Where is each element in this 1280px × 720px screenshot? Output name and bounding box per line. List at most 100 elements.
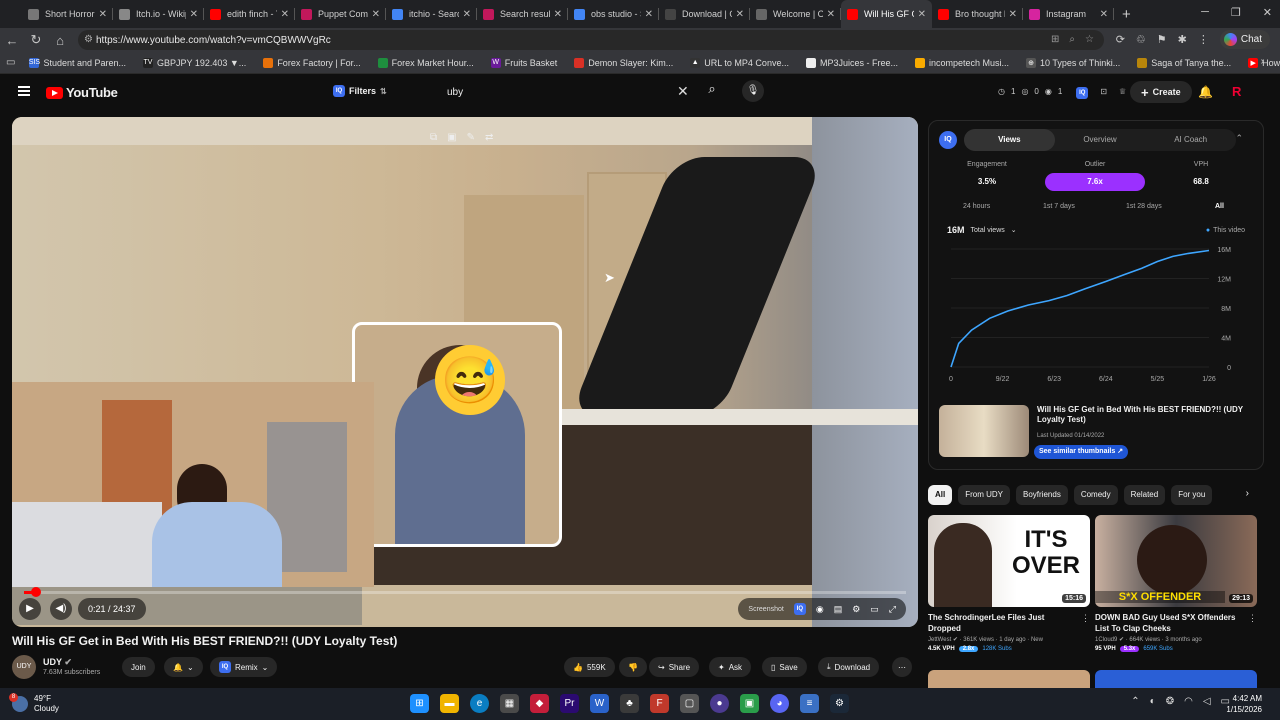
browser-tab[interactable]: Puppet Combo ✕ <box>295 0 386 28</box>
dislike-button[interactable]: 👎 <box>619 657 647 677</box>
tab-close-icon[interactable]: ✕ <box>645 9 653 20</box>
range-all[interactable]: All <box>1215 203 1224 210</box>
more-actions-button[interactable]: ⋯ <box>892 657 912 677</box>
bookmark-item[interactable]: SIS Student and Paren... <box>29 57 126 68</box>
notification-bell-button[interactable]: 🔔 ⌄ <box>164 657 203 677</box>
chip-from-udy[interactable]: From UDY <box>958 485 1011 505</box>
bookmark-app-icon[interactable]: ▭ <box>6 57 15 68</box>
tab-close-icon[interactable]: ✕ <box>554 9 562 20</box>
tab-close-icon[interactable]: ✕ <box>918 9 926 20</box>
bookmark-item[interactable]: MP3Juices - Free... <box>805 57 898 68</box>
browser-tab[interactable]: Download | Ob ✕ <box>659 0 750 28</box>
home-icon[interactable]: ⌂ <box>48 33 72 48</box>
more-options-icon[interactable]: ⋮ <box>1248 613 1257 624</box>
store-icon[interactable]: ▦ <box>500 694 519 713</box>
browser-tab[interactable]: Welcome | OBS ✕ <box>750 0 841 28</box>
search-input[interactable]: uby ✕ <box>437 81 727 103</box>
tab-overview[interactable]: Overview <box>1055 129 1146 151</box>
maximize-icon[interactable]: ❐ <box>1231 6 1241 19</box>
bookmark-item[interactable]: W Fruits Basket <box>490 57 557 68</box>
browser-tab[interactable]: Bro thought he ✕ <box>932 0 1023 28</box>
tray-app-icon[interactable]: ◐ <box>1150 696 1156 707</box>
channel-avatar[interactable]: UDY <box>12 655 36 679</box>
share-button[interactable]: ↪ Share <box>649 657 700 677</box>
close-window-icon[interactable]: ✕ <box>1263 6 1272 19</box>
play-icon[interactable]: ▶ <box>19 598 41 620</box>
chip-all[interactable]: All <box>928 485 953 505</box>
download-button[interactable]: ⤓ Download <box>818 657 880 677</box>
extension-puzzle-icon[interactable]: ⟳ <box>1116 33 1125 46</box>
range-first-28-days[interactable]: 1st 28 days <box>1126 203 1162 210</box>
speaker-icon[interactable]: ◁ <box>1203 696 1211 707</box>
menu-icon[interactable] <box>18 86 30 96</box>
clear-search-icon[interactable]: ✕ <box>677 83 689 100</box>
app-icon-3[interactable]: F <box>650 694 669 713</box>
see-similar-thumbnails-button[interactable]: See similar thumbnails ↗ <box>1034 445 1129 459</box>
tab-views[interactable]: Views <box>964 129 1055 151</box>
back-icon[interactable]: ← <box>0 33 24 48</box>
reload-icon[interactable]: ↻ <box>24 32 48 48</box>
tab-close-icon[interactable]: ✕ <box>190 9 198 20</box>
tab-close-icon[interactable]: ✕ <box>1009 9 1017 20</box>
bookmark-item[interactable]: ⊕ 10 Types of Thinki... <box>1026 57 1120 68</box>
youtube-logo[interactable]: YouTube <box>46 85 118 100</box>
search-icon[interactable]: ⌕ <box>700 81 724 103</box>
bookmark-item[interactable]: Demon Slayer: Kim... <box>574 57 673 68</box>
tab-close-icon[interactable]: ✕ <box>372 9 380 20</box>
range-24-hours[interactable]: 24 hours <box>963 203 990 210</box>
pip-icon[interactable]: ⧉ <box>430 132 437 143</box>
remix-button[interactable]: IQ Remix ⌄ <box>210 657 278 677</box>
tab-close-icon[interactable]: ✕ <box>736 9 744 20</box>
site-info-icon[interactable]: ⚙ <box>84 34 93 45</box>
trophy-icon[interactable]: ♕ <box>1119 87 1126 99</box>
bookmark-star-icon[interactable]: ☆ <box>1085 34 1094 45</box>
obs-icon[interactable]: ● <box>710 694 729 713</box>
bookmark-item[interactable]: incompetech Musi... <box>914 57 1009 68</box>
browser-tab[interactable]: Short Horror G ✕ <box>22 0 113 28</box>
tab-close-icon[interactable]: ✕ <box>281 9 289 20</box>
settings-gear-icon[interactable]: ⚙ <box>852 604 860 615</box>
chat-button[interactable]: Chat <box>1219 30 1270 49</box>
recommended-video[interactable]: IT'S OVER 15:16 The SchrodingerLee Files… <box>928 515 1090 652</box>
app-icon[interactable]: ◆ <box>530 694 549 713</box>
join-button[interactable]: Join <box>122 657 155 677</box>
progress-bar[interactable] <box>24 587 906 597</box>
bookmark-item[interactable]: ▲ URL to MP4 Conve... <box>690 57 789 68</box>
screenshot-label[interactable]: Screenshot <box>748 606 783 613</box>
video-thumbnail[interactable]: IT'S OVER 15:16 <box>928 515 1090 607</box>
clip-icon[interactable]: ▣ <box>447 132 456 143</box>
video-thumbnail[interactable]: S*X OFFENDER 29:13 <box>1095 515 1257 607</box>
extension-icon[interactable]: ♲ <box>1136 33 1146 46</box>
video-player[interactable]: 😅 ⧉ ▣ ✎ ⇄ ➤ ▶ ◀) 0:21 / 24:37 Screenshot… <box>12 117 918 627</box>
bookmark-item[interactable]: TV GBPJPY 192.403 ▼... <box>143 57 246 68</box>
range-first-7-days[interactable]: 1st 7 days <box>1043 203 1075 210</box>
bookmark-item[interactable]: Forex Factory | For... <box>263 57 361 68</box>
extension-icon-2[interactable]: ⚑ <box>1157 33 1167 46</box>
browser-tab[interactable]: Instagram ✕ <box>1023 0 1114 28</box>
tray-overflow-icon[interactable]: ⌃ <box>1131 696 1139 707</box>
clock[interactable]: 4:42 AM 1/15/2026 <box>1226 693 1262 715</box>
browser-tab[interactable]: obs studio - Se ✕ <box>568 0 659 28</box>
profile-avatar[interactable]: R <box>1232 84 1246 99</box>
browser-tab[interactable]: Will His GF Get ✕ <box>841 0 932 28</box>
video-thumbnail[interactable] <box>1095 670 1257 688</box>
notifications-bell-icon[interactable]: 🔔 <box>1198 85 1213 99</box>
volume-icon[interactable]: ◀) <box>50 598 72 620</box>
more-options-icon[interactable]: ⋮ <box>1081 613 1090 624</box>
current-video-thumbnail[interactable] <box>939 405 1029 457</box>
collapse-icon[interactable]: ⌃ <box>1235 133 1243 144</box>
extension-icon-3[interactable]: ✱ <box>1178 33 1187 46</box>
chevron-right-icon[interactable]: › <box>1246 488 1249 499</box>
steam-icon[interactable]: ⚙ <box>830 694 849 713</box>
tray-app-icon-2[interactable]: ❂ <box>1166 696 1174 707</box>
microphone-icon[interactable]: 🎙 <box>742 80 764 102</box>
browser-tab[interactable]: Itch.io - Wikipe ✕ <box>113 0 204 28</box>
vidiq-player-icon[interactable]: IQ <box>793 603 806 615</box>
chip-boyfriends[interactable]: Boyfriends <box>1016 485 1068 505</box>
save-button[interactable]: ▯ Save <box>762 657 807 677</box>
bookmark-item[interactable]: ▶How to Fix Screen... <box>1248 57 1280 68</box>
app-icon-2[interactable]: ♣ <box>620 694 639 713</box>
like-button[interactable]: 👍 559K <box>564 657 615 677</box>
translate-icon[interactable]: ⇄ <box>485 132 493 143</box>
app-icon-4[interactable]: ▢ <box>680 694 699 713</box>
